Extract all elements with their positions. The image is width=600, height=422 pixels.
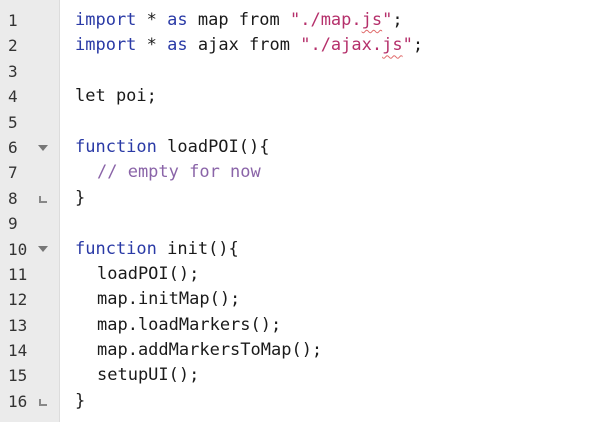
gutter-row: 15: [0, 363, 59, 388]
fold-toggle-icon[interactable]: [36, 237, 50, 262]
fold-end-icon: [36, 186, 50, 211]
keyword-token: as: [167, 35, 188, 56]
gutter-row: 5: [0, 110, 59, 135]
code-line[interactable]: import * as ajax from "./ajax.js";: [75, 33, 600, 58]
string-token: "./ajax.: [300, 35, 383, 56]
code-token: init(){: [156, 238, 239, 259]
string-token-flagged: js: [382, 35, 403, 56]
line-number: 16: [8, 391, 28, 411]
fold-end-icon: [36, 389, 50, 414]
gutter-row: 8: [0, 186, 59, 211]
code-line[interactable]: [75, 59, 600, 84]
gutter-row: 11: [0, 262, 59, 287]
code-token: *: [136, 35, 168, 56]
line-number: 3: [8, 61, 18, 81]
keyword-token: function: [75, 136, 157, 157]
gutter-row: 1: [0, 8, 59, 33]
code-line[interactable]: [75, 110, 600, 135]
code-editor[interactable]: 1 2 3 4 5 6 7 8 9 10 11 12 13 14 15 16 i…: [0, 0, 600, 422]
comment-token: // empty for now: [97, 162, 261, 183]
line-number: 13: [8, 315, 28, 335]
code-line[interactable]: [75, 211, 600, 236]
code-token: }: [75, 390, 86, 411]
keyword-token: as: [167, 10, 188, 30]
code-text-area[interactable]: import * as map from "./map.js"; import …: [60, 0, 600, 422]
code-line[interactable]: import * as map from "./map.js";: [75, 8, 600, 33]
gutter-row: 13: [0, 313, 59, 338]
code-line[interactable]: }: [75, 186, 600, 211]
code-line[interactable]: map.addMarkersToMap();: [75, 338, 600, 363]
code-line[interactable]: let poi;: [75, 84, 600, 109]
code-token: setupUI();: [97, 365, 200, 386]
line-number: 1: [8, 11, 18, 30]
keyword-token: function: [75, 238, 157, 259]
code-line[interactable]: // empty for now: [75, 160, 600, 185]
code-token: ajax from: [187, 35, 301, 56]
keyword-token: import: [75, 35, 137, 56]
line-number: 11: [8, 264, 28, 284]
gutter-row: 9: [0, 211, 59, 236]
line-number: 10: [8, 239, 28, 259]
code-line[interactable]: map.loadMarkers();: [75, 313, 600, 338]
gutter-row: 14: [0, 338, 59, 363]
code-token: ;: [412, 35, 424, 56]
line-number: 6: [8, 137, 18, 157]
line-number: 8: [8, 188, 18, 208]
gutter-row: 6: [0, 135, 59, 160]
code-token: map.loadMarkers();: [97, 314, 282, 335]
line-number-gutter: 1 2 3 4 5 6 7 8 9 10 11 12 13 14 15 16: [0, 0, 60, 422]
gutter-row: 10: [0, 237, 59, 262]
code-line[interactable]: loadPOI();: [75, 262, 600, 287]
code-token: loadPOI(){: [156, 136, 270, 157]
string-token: "./map.: [289, 10, 362, 30]
code-line[interactable]: map.initMap();: [75, 287, 600, 312]
line-number: 9: [8, 214, 18, 234]
line-number: 4: [8, 87, 18, 107]
string-token-flagged: js: [361, 10, 383, 30]
gutter-row: 16: [0, 389, 59, 414]
code-token: ;: [392, 10, 403, 30]
keyword-token: import: [75, 10, 137, 30]
string-token: ": [382, 10, 393, 30]
code-token: map.initMap();: [97, 289, 241, 310]
code-token: *: [136, 10, 168, 30]
code-line[interactable]: function init(){: [75, 237, 600, 262]
line-number: 15: [8, 366, 28, 386]
line-number: 12: [8, 290, 28, 310]
code-line[interactable]: }: [75, 389, 600, 414]
line-number: 5: [8, 112, 18, 132]
code-token: loadPOI();: [97, 263, 200, 284]
gutter-row: 4: [0, 84, 59, 109]
code-token: map from: [187, 10, 290, 30]
fold-toggle-icon[interactable]: [36, 135, 50, 160]
gutter-row: 2: [0, 33, 59, 58]
code-line[interactable]: function loadPOI(){: [75, 135, 600, 160]
code-line[interactable]: setupUI();: [75, 363, 600, 388]
gutter-row: 3: [0, 59, 59, 84]
line-number: 2: [8, 36, 18, 56]
code-token: let poi;: [75, 86, 157, 107]
line-number: 7: [8, 163, 18, 183]
code-token: }: [75, 187, 86, 208]
string-token: ": [402, 35, 413, 56]
gutter-row: 7: [0, 160, 59, 185]
line-number: 14: [8, 341, 28, 361]
gutter-row: 12: [0, 287, 59, 312]
code-token: map.addMarkersToMap();: [97, 340, 323, 361]
